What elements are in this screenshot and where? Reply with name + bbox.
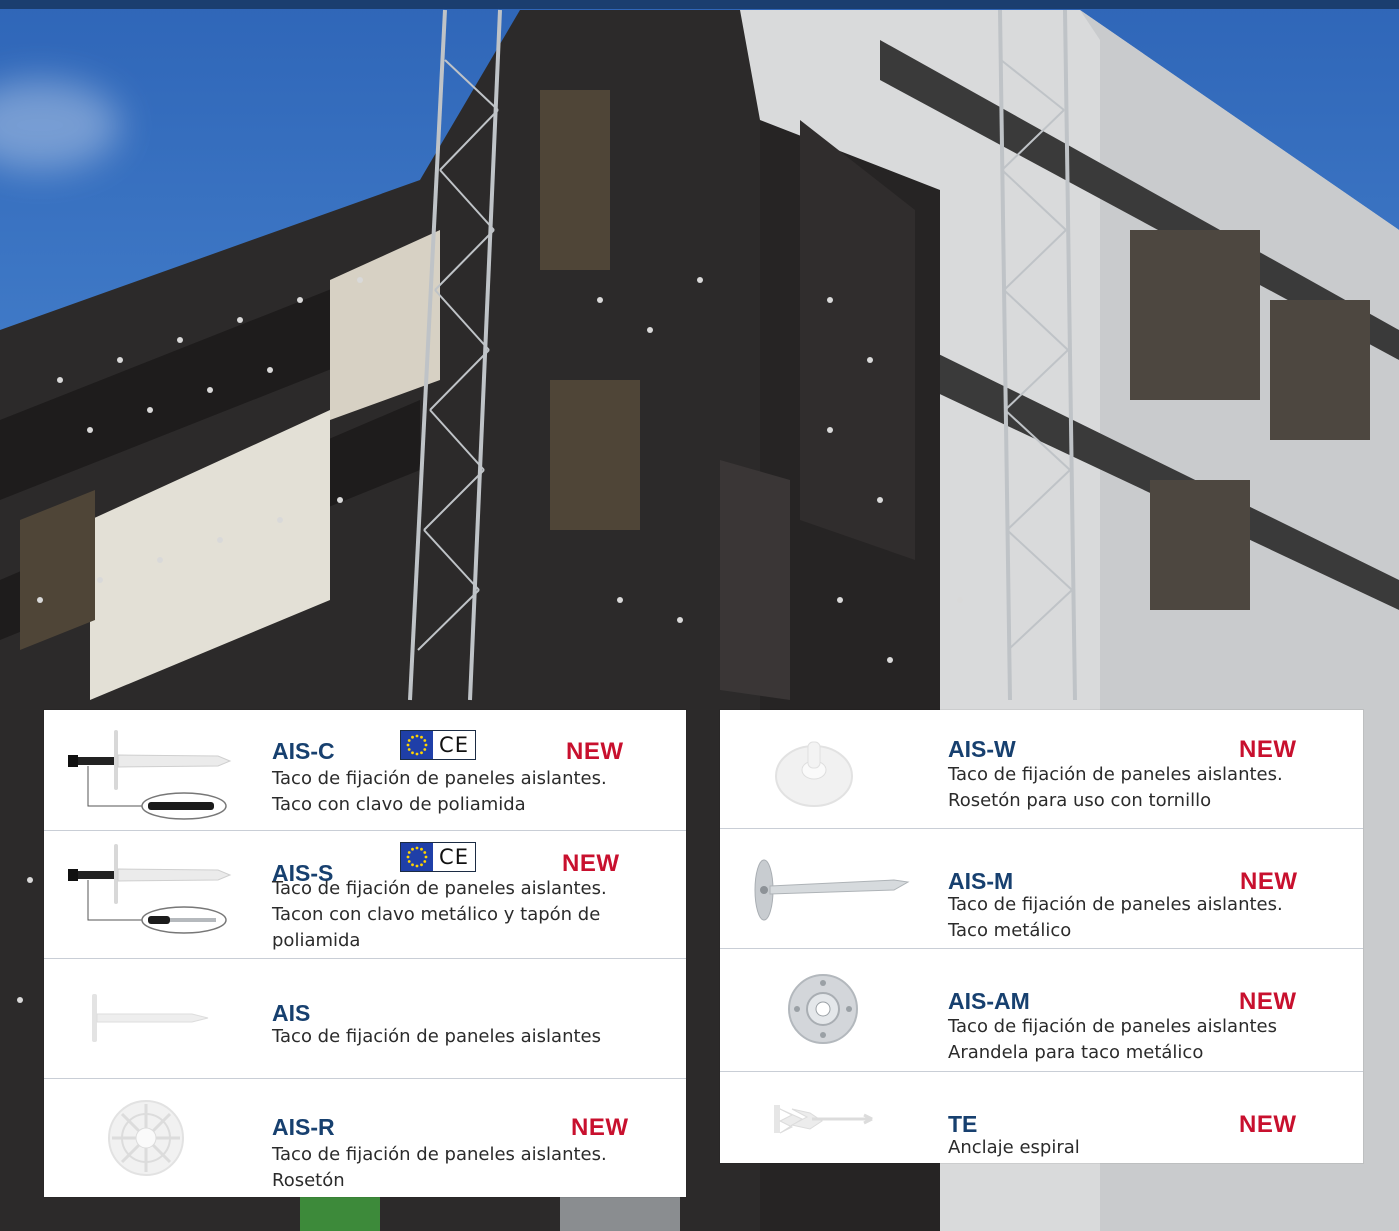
product-code: AIS-M <box>948 868 1014 894</box>
new-badge: NEW <box>1239 988 1297 1015</box>
ais-m-metal-anchor-icon <box>754 859 910 921</box>
eu-flag-icon <box>401 843 433 871</box>
description-line: Taco de fijación de paneles aislantes <box>948 1016 1278 1037</box>
new-badge: NEW <box>571 1114 629 1141</box>
product-code: AIS <box>272 1000 311 1026</box>
description-line: Taco con clavo de poliamida <box>272 794 526 815</box>
products-panel-right: AIS-W NEW Taco de fijación de paneles ai… <box>720 710 1363 1163</box>
description-line: Taco de fijación de paneles aislantes. <box>948 764 1283 785</box>
te-spiral-anchor-icon <box>774 1105 873 1134</box>
ais-w-rosette-icon <box>775 741 853 807</box>
product-code: TE <box>948 1111 978 1137</box>
new-badge: NEW <box>1239 736 1297 763</box>
description-line: poliamida <box>272 930 361 951</box>
description-line: Arandela para taco metálico <box>948 1042 1204 1063</box>
product-description: Taco de fijación de paneles aislantes Ar… <box>948 1014 1277 1066</box>
product-card-te[interactable]: TE NEW Anclaje espiral <box>720 1071 1363 1163</box>
product-description: Taco de fijación de paneles aislantes <box>272 1024 601 1050</box>
description-line: Taco metálico <box>948 920 1072 941</box>
eu-flag-icon <box>401 731 433 759</box>
ce-eu-mark: CE <box>400 842 476 872</box>
new-badge: NEW <box>562 850 620 877</box>
ais-am-washer-icon <box>788 974 858 1044</box>
ce-mark-text: CE <box>439 845 469 869</box>
description-line: Tacon con clavo metálico y tapón de <box>272 904 601 925</box>
product-card-ais-w[interactable]: AIS-W NEW Taco de fijación de paneles ai… <box>720 710 1363 829</box>
ce-eu-mark: CE <box>400 730 476 760</box>
new-badge: NEW <box>1240 868 1298 895</box>
description-line: Taco de fijación de paneles aislantes. <box>272 1144 607 1165</box>
product-description: Taco de fijación de paneles aislantes. R… <box>948 762 1283 814</box>
product-code: AIS-W <box>948 736 1016 762</box>
product-code: AIS-R <box>272 1114 335 1140</box>
product-description: Taco de fijación de paneles aislantes. T… <box>948 892 1283 944</box>
product-card-ais-s[interactable]: AIS-S CE NEW Taco de fijación de paneles… <box>44 830 686 959</box>
new-badge: NEW <box>1239 1111 1297 1138</box>
description-line: Rosetón para uso con tornillo <box>948 790 1212 811</box>
products-panel-left: AIS-C CE NEW Taco de fijación de paneles… <box>44 710 686 1197</box>
product-description: Taco de fijación de paneles aislantes. R… <box>272 1142 607 1194</box>
top-bar <box>0 0 1399 9</box>
product-card-ais-m[interactable]: AIS-M NEW Taco de fijación de paneles ai… <box>720 828 1363 949</box>
product-description: Taco de fijación de paneles aislantes. T… <box>272 876 607 954</box>
product-card-ais-r[interactable]: AIS-R NEW Taco de fijación de paneles ai… <box>44 1078 686 1197</box>
ais-s-anchor-icon <box>68 844 232 934</box>
product-description: Anclaje espiral <box>948 1135 1080 1161</box>
description-line: Taco de fijación de paneles aislantes. <box>272 768 607 789</box>
description-line: Anclaje espiral <box>948 1137 1080 1158</box>
product-code: AIS-C <box>272 738 335 764</box>
product-card-ais-am[interactable]: AIS-AM NEW Taco de fijación de paneles a… <box>720 948 1363 1072</box>
description-line: Rosetón <box>272 1170 345 1191</box>
description-line: Taco de fijación de paneles aislantes. <box>272 878 607 899</box>
ais-anchor-icon <box>92 994 209 1042</box>
description-line: Taco de fijación de paneles aislantes. <box>948 894 1283 915</box>
description-line: Taco de fijación de paneles aislantes <box>272 1026 602 1047</box>
product-code: AIS-AM <box>948 988 1030 1014</box>
ais-c-anchor-icon <box>68 730 232 820</box>
ce-mark-text: CE <box>439 733 469 757</box>
product-card-ais[interactable]: AIS Taco de fijación de paneles aislante… <box>44 958 686 1079</box>
product-card-ais-c[interactable]: AIS-C CE NEW Taco de fijación de paneles… <box>44 710 686 831</box>
new-badge: NEW <box>566 738 624 765</box>
product-description: Taco de fijación de paneles aislantes. T… <box>272 766 607 818</box>
ais-r-rosette-icon <box>108 1100 184 1176</box>
